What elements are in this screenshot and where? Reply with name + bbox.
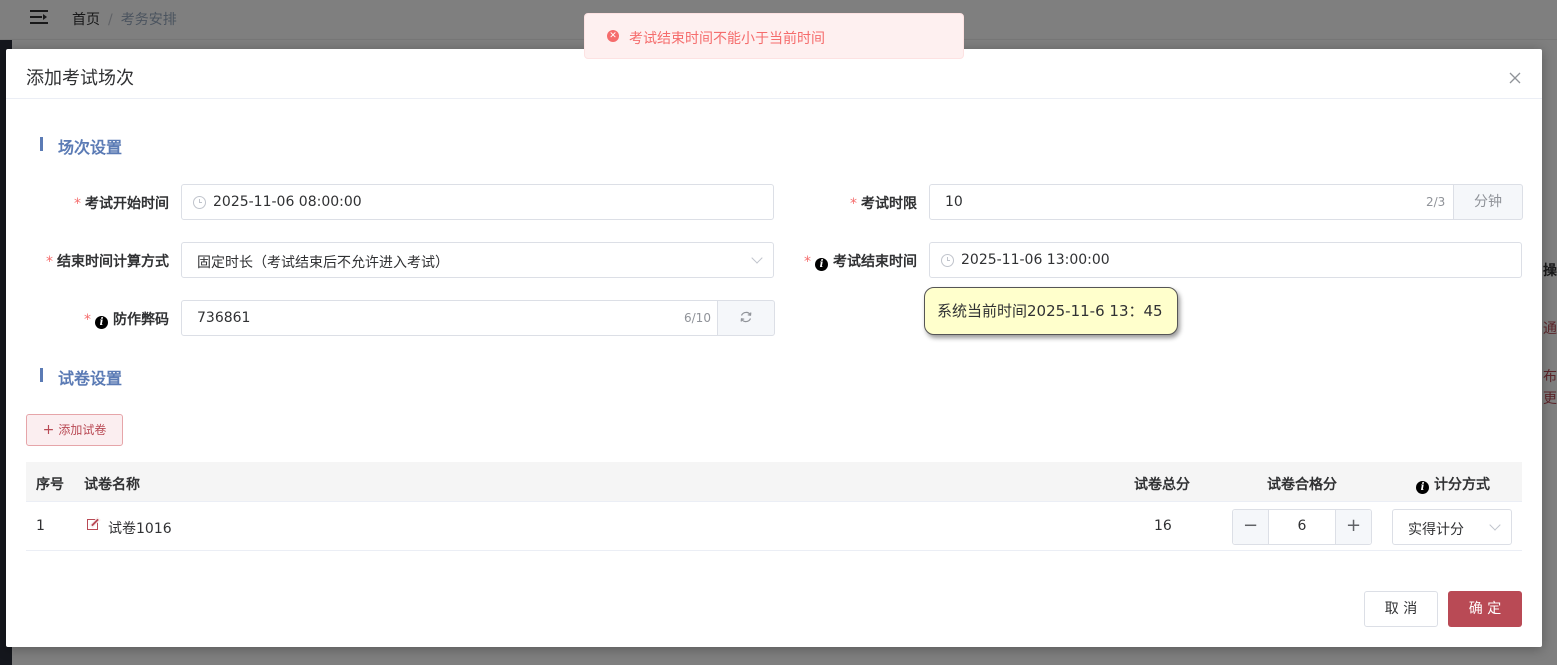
confirm-button[interactable]: 确 定 <box>1448 591 1522 627</box>
end-mode-label: * 结束时间计算方式 <box>46 254 169 270</box>
row-total-score: 16 <box>1154 518 1172 534</box>
time-limit-label: * 考试时限 <box>850 196 917 212</box>
anti-cheat-value: 736861 <box>197 310 251 326</box>
start-time-label: * 考试开始时间 <box>74 196 169 212</box>
anti-cheat-input[interactable]: 736861 6/10 <box>181 300 775 336</box>
dialog-title: 添加考试场次 <box>26 68 134 89</box>
header-scoring: i 计分方式 <box>1416 474 1490 494</box>
chevron-down-icon <box>751 252 763 264</box>
info-icon: i <box>95 316 108 329</box>
end-mode-select[interactable]: 固定时长（考试结束后不允许进入考试） <box>181 242 774 278</box>
end-time-value: 2025-11-06 13:00:00 <box>961 252 1110 268</box>
add-exam-session-dialog: 添加考试场次 场次设置 * 考试开始时间 2025-11-06 08:00:00 … <box>6 49 1542 647</box>
add-paper-button[interactable]: + 添加试卷 <box>26 414 123 446</box>
pass-score-stepper: − 6 + <box>1232 509 1372 545</box>
header-pass: 试卷合格分 <box>1267 477 1337 493</box>
edit-icon[interactable] <box>87 519 98 530</box>
scoring-method-select[interactable]: 实得计分 <box>1392 509 1512 545</box>
table-row: 1 试卷1016 16 − 6 + 实得计分 <box>26 502 1522 551</box>
clock-icon <box>193 196 206 209</box>
end-mode-value: 固定时长（考试结束后不允许进入考试） <box>197 255 449 271</box>
error-circle-icon: ✕ <box>607 30 619 42</box>
table-header: 序号 试卷名称 试卷总分 试卷合格分 i 计分方式 <box>26 462 1522 502</box>
paper-table: 序号 试卷名称 试卷总分 试卷合格分 i 计分方式 1 试卷1016 16 − 6… <box>26 462 1522 551</box>
plus-icon: + <box>42 422 55 438</box>
start-time-picker[interactable]: 2025-11-06 08:00:00 <box>181 184 774 220</box>
refresh-icon <box>740 311 752 323</box>
anti-cheat-count: 6/10 <box>684 311 711 325</box>
chevron-down-icon <box>1489 519 1501 531</box>
time-limit-input[interactable]: 10 2/3 分钟 <box>929 184 1523 220</box>
clock-icon <box>941 254 954 267</box>
info-icon: i <box>815 258 828 271</box>
error-message-text: 考试结束时间不能小于当前时间 <box>629 31 825 47</box>
close-icon[interactable] <box>1508 71 1522 85</box>
row-index: 1 <box>36 518 45 534</box>
time-limit-value: 10 <box>945 194 963 210</box>
section-title-session: 场次设置 <box>40 134 122 158</box>
header-total: 试卷总分 <box>1134 477 1190 493</box>
cancel-button[interactable]: 取 消 <box>1364 591 1438 627</box>
start-time-value: 2025-11-06 08:00:00 <box>213 194 362 210</box>
current-time-tooltip: 系统当前时间2025-11-6 13：45 <box>924 287 1178 335</box>
end-time-picker[interactable]: 2025-11-06 13:00:00 <box>929 242 1522 278</box>
time-limit-count: 2/3 <box>1426 195 1446 209</box>
refresh-code-button[interactable] <box>717 300 775 336</box>
info-icon: i <box>1416 481 1429 494</box>
time-limit-unit: 分钟 <box>1453 184 1523 220</box>
header-index: 序号 <box>36 477 64 493</box>
row-paper-name[interactable]: 试卷1016 <box>108 518 172 538</box>
decrease-button[interactable]: − <box>1233 510 1269 544</box>
increase-button[interactable]: + <box>1335 510 1371 544</box>
section-title-paper: 试卷设置 <box>40 365 122 389</box>
header-name: 试卷名称 <box>84 477 140 493</box>
error-message: ✕ 考试结束时间不能小于当前时间 <box>584 13 964 59</box>
scoring-method-value: 实得计分 <box>1408 522 1464 538</box>
end-time-label: * i 考试结束时间 <box>804 254 917 271</box>
anti-cheat-label: * i 防作弊码 <box>84 312 169 329</box>
pass-score-value[interactable]: 6 <box>1269 518 1335 534</box>
